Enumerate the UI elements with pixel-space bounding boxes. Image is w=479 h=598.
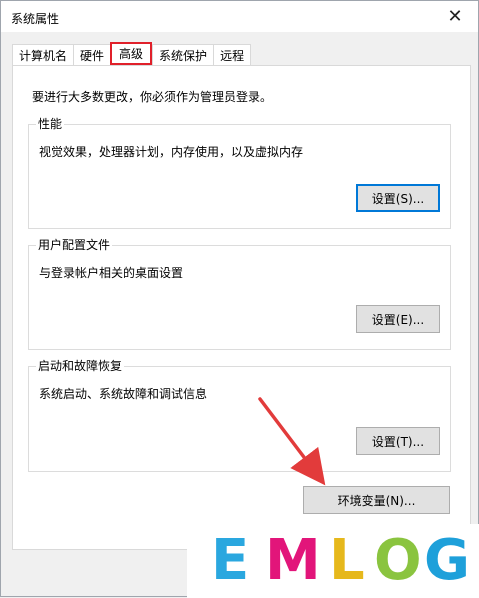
watermark-letter: G [424,528,470,593]
group-legend: 用户配置文件 [36,238,113,252]
environment-variables-button[interactable]: 环境变量(N)... [303,486,450,514]
tab-label: 远程 [220,48,245,63]
group-description: 视觉效果，处理器计划，内存使用，以及虚拟内存 [39,145,304,159]
watermark-letter: O [374,528,422,593]
button-label: 设置(E)... [371,312,425,327]
advanced-tab-panel: 要进行大多数更改，你必须作为管理员登录。 性能 视觉效果，处理器计划，内存使用，… [12,65,471,550]
watermark-letter: L [329,528,365,593]
startup-recovery-settings-button[interactable]: 设置(T)... [356,427,440,455]
group-description: 系统启动、系统故障和调试信息 [39,387,208,401]
window-title: 系统属性 [11,12,60,26]
admin-notice: 要进行大多数更改，你必须作为管理员登录。 [32,90,273,104]
group-legend: 性能 [36,117,65,131]
watermark-letter: E [211,528,250,593]
user-profiles-settings-button[interactable]: 设置(E)... [356,305,440,333]
button-label: 设置(S)... [371,191,425,206]
performance-group: 性能 视觉效果，处理器计划，内存使用，以及虚拟内存 设置(S)... [28,117,451,229]
title-bar: 系统属性 ✕ [1,1,478,32]
tab-remote[interactable]: 远程 [213,44,252,65]
tab-label: 计算机名 [19,48,68,63]
group-description: 与登录帐户相关的桌面设置 [39,266,184,280]
close-button[interactable]: ✕ [432,1,478,32]
performance-settings-button[interactable]: 设置(S)... [356,184,440,212]
tab-label: 高级 [119,47,144,61]
tab-strip: 计算机名 硬件 高级 系统保护 远程 [12,42,252,65]
tab-label: 硬件 [80,48,105,63]
button-label: 环境变量(N)... [337,493,416,508]
user-profiles-group: 用户配置文件 与登录帐户相关的桌面设置 设置(E)... [28,238,451,350]
startup-recovery-group: 启动和故障恢复 系统启动、系统故障和调试信息 设置(T)... [28,359,451,472]
system-properties-window: 系统属性 ✕ 计算机名 硬件 高级 系统保护 远程 要进行大多数更改，你必须作为… [0,0,479,598]
group-legend: 启动和故障恢复 [36,359,125,373]
tab-system-protection[interactable]: 系统保护 [152,44,214,65]
tab-advanced[interactable]: 高级 [110,42,153,65]
watermark-letter: M [265,528,321,593]
button-label: 设置(T)... [371,434,425,449]
tab-hardware[interactable]: 硬件 [73,44,111,65]
close-icon: ✕ [447,6,463,27]
emlog-watermark: E M L O G [187,524,479,598]
tab-label: 系统保护 [159,48,208,63]
tab-computer-name[interactable]: 计算机名 [12,44,74,65]
